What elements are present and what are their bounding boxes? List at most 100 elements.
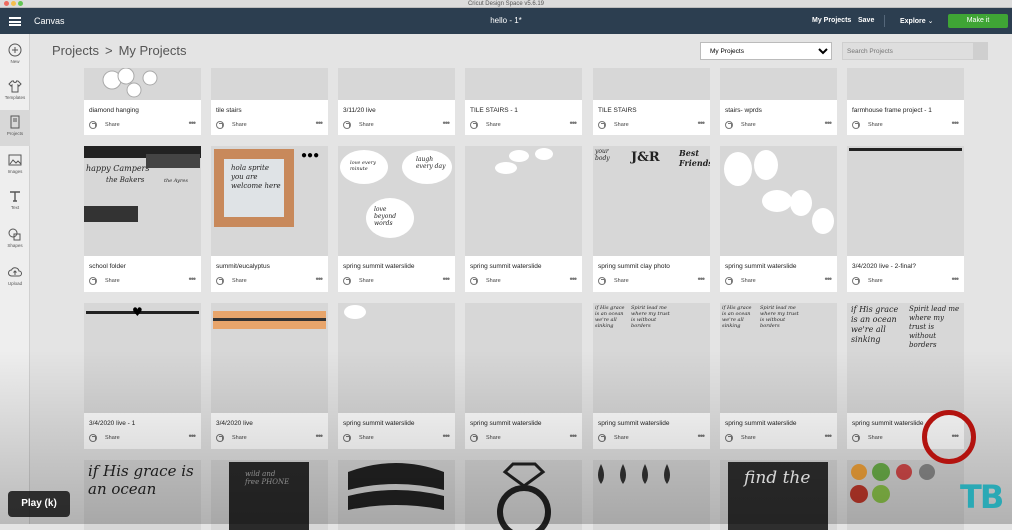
project-card[interactable]: if His grace is an ocean [84, 460, 201, 530]
share-button[interactable]: Share [343, 121, 374, 129]
share-button[interactable]: Share [89, 277, 120, 285]
project-thumbnail[interactable] [338, 303, 455, 413]
share-button[interactable]: Share [725, 121, 756, 129]
project-thumbnail[interactable] [211, 68, 328, 100]
project-thumbnail[interactable]: J&R Best Friends your body [593, 146, 710, 256]
project-thumbnail[interactable] [84, 68, 201, 100]
share-button[interactable]: Share [216, 121, 247, 129]
more-options-icon[interactable]: ••• [570, 274, 578, 284]
project-card[interactable] [465, 460, 582, 530]
share-button[interactable]: Share [598, 434, 629, 442]
project-card[interactable]: 3/11/20 live Share ••• [338, 68, 455, 135]
project-card[interactable]: tile stairs Share ••• [211, 68, 328, 135]
project-card[interactable] [593, 460, 710, 530]
share-button[interactable]: Share [216, 434, 247, 442]
project-thumbnail[interactable]: if His grace is an ocean we're all sinki… [847, 303, 964, 413]
share-button[interactable]: Share [216, 277, 247, 285]
more-options-icon[interactable]: ••• [825, 431, 833, 441]
share-button[interactable]: Share [852, 277, 883, 285]
project-thumbnail[interactable]: if His grace is an ocean we're all sinki… [593, 303, 710, 413]
project-card[interactable]: 3/4/2020 live - 2-final? Share ••• [847, 146, 964, 292]
project-thumbnail[interactable] [847, 146, 964, 256]
project-card[interactable]: happy Campers the Bakers the Ayres school f… [84, 146, 201, 292]
project-thumbnail[interactable]: love every minute laugh every day love bey… [338, 146, 455, 256]
share-button[interactable]: Share [470, 121, 501, 129]
project-thumbnail[interactable]: find the [720, 460, 837, 530]
more-options-icon[interactable]: ••• [189, 274, 197, 284]
share-button[interactable]: Share [89, 121, 120, 129]
more-options-icon[interactable]: ••• [189, 118, 197, 128]
more-options-icon[interactable]: ••• [825, 274, 833, 284]
project-thumbnail[interactable] [720, 68, 837, 100]
project-thumbnail[interactable]: wild and free PHONE [211, 460, 328, 530]
share-button[interactable]: Share [470, 277, 501, 285]
project-thumbnail[interactable] [465, 68, 582, 100]
project-thumbnail[interactable] [847, 460, 964, 530]
project-thumbnail[interactable] [211, 303, 328, 413]
more-options-icon[interactable]: ••• [698, 274, 706, 284]
more-options-icon[interactable]: ••• [570, 431, 578, 441]
project-thumbnail[interactable] [465, 460, 582, 530]
project-thumbnail[interactable] [465, 303, 582, 413]
project-card[interactable]: find the [720, 460, 837, 530]
project-thumbnail[interactable] [593, 68, 710, 100]
project-card[interactable]: spring summit waterslide Share ••• [465, 303, 582, 449]
share-button[interactable]: Share [89, 434, 120, 442]
more-options-icon[interactable]: ••• [316, 431, 324, 441]
grace-text: if His grace is an ocean we're all sinki… [595, 305, 625, 329]
more-options-icon[interactable]: ••• [698, 431, 706, 441]
project-card[interactable]: hola sprite you are welcome here ●●● summi… [211, 146, 328, 292]
more-options-icon[interactable]: ••• [443, 118, 451, 128]
share-button[interactable]: Share [470, 434, 501, 442]
more-options-icon[interactable]: ••• [698, 118, 706, 128]
share-button[interactable]: Share [725, 434, 756, 442]
project-card[interactable]: TILE STAIRS - 1 Share ••• [465, 68, 582, 135]
share-button[interactable]: Share [598, 121, 629, 129]
project-thumbnail[interactable]: if His grace is an ocean [84, 460, 201, 530]
project-card[interactable]: TILE STAIRS Share ••• [593, 68, 710, 135]
project-card[interactable]: ♥ 3/4/2020 live - 1 Share ••• [84, 303, 201, 449]
more-options-icon[interactable]: ••• [189, 431, 197, 441]
more-options-icon[interactable]: ••• [570, 118, 578, 128]
project-card[interactable]: love every minute laugh every day love bey… [338, 146, 455, 292]
project-card[interactable]: J&R Best Friends your body spring summit cl… [593, 146, 710, 292]
project-thumbnail[interactable] [847, 68, 964, 100]
more-options-icon[interactable]: ••• [443, 431, 451, 441]
project-thumbnail[interactable]: if His grace is an ocean we're all sinki… [720, 303, 837, 413]
more-options-icon[interactable]: ••• [316, 118, 324, 128]
project-card[interactable]: 3/4/2020 live Share ••• [211, 303, 328, 449]
project-card[interactable]: if His grace is an ocean we're all sinki… [720, 303, 837, 449]
share-button[interactable]: Share [598, 277, 629, 285]
share-button[interactable]: Share [852, 434, 883, 442]
project-thumbnail[interactable]: happy Campers the Bakers the Ayres [84, 146, 201, 256]
play-button[interactable]: Play (k) [8, 491, 70, 517]
more-options-icon[interactable]: ••• [443, 274, 451, 284]
project-card[interactable]: diamond hanging Share ••• [84, 68, 201, 135]
project-card[interactable]: spring summit waterslide Share ••• [338, 303, 455, 449]
share-icon [470, 434, 478, 442]
project-thumbnail[interactable]: ♥ [84, 303, 201, 413]
project-card[interactable]: spring summit waterslide Share ••• [720, 146, 837, 292]
share-button[interactable]: Share [725, 277, 756, 285]
more-options-icon[interactable]: ••• [952, 118, 960, 128]
project-card[interactable]: farmhouse frame project - 1 Share ••• [847, 68, 964, 135]
project-card[interactable]: if His grace is an ocean we're all sinki… [593, 303, 710, 449]
project-card[interactable]: stairs- wprds Share ••• [720, 68, 837, 135]
project-card[interactable]: spring summit waterslide Share ••• [465, 146, 582, 292]
project-card[interactable] [847, 460, 964, 530]
project-thumbnail[interactable] [465, 146, 582, 256]
more-options-icon[interactable]: ••• [316, 274, 324, 284]
grace-text: if His grace is an ocean we're all sinki… [851, 305, 899, 344]
project-thumbnail[interactable] [593, 460, 710, 530]
more-options-icon[interactable]: ••• [952, 274, 960, 284]
project-card[interactable] [338, 460, 455, 530]
project-thumbnail[interactable] [720, 146, 837, 256]
project-thumbnail[interactable] [338, 460, 455, 530]
share-button[interactable]: Share [852, 121, 883, 129]
more-options-icon[interactable]: ••• [825, 118, 833, 128]
project-thumbnail[interactable] [338, 68, 455, 100]
project-card[interactable]: wild and free PHONE [211, 460, 328, 530]
share-button[interactable]: Share [343, 434, 374, 442]
share-button[interactable]: Share [343, 277, 374, 285]
project-thumbnail[interactable]: hola sprite you are welcome here ●●● [211, 146, 328, 256]
